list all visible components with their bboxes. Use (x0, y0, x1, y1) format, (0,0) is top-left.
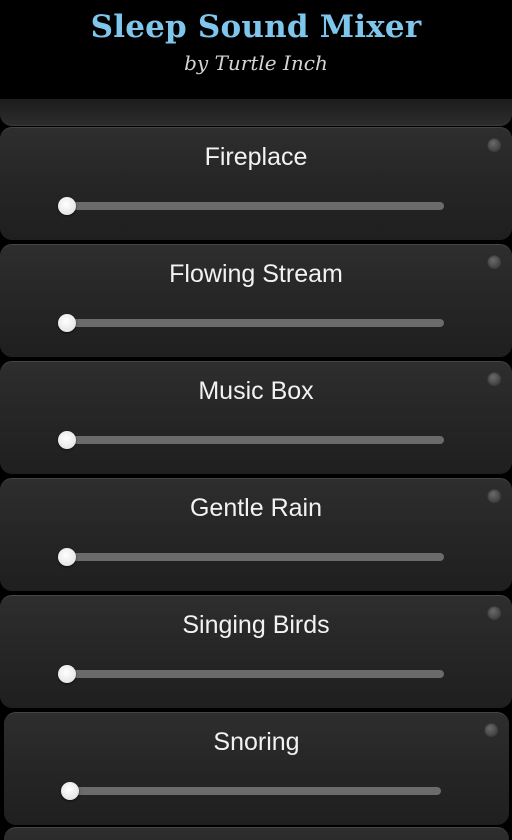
sound-label: Music Box (198, 377, 314, 405)
app-subtitle: by Turtle Inch (184, 51, 328, 75)
sound-label: Fireplace (204, 143, 308, 171)
sound-card-music-box[interactable]: Music Box (0, 361, 512, 474)
sound-label: Flowing Stream (169, 260, 343, 288)
volume-slider-track[interactable] (69, 787, 441, 795)
active-indicator-icon[interactable] (487, 489, 502, 504)
volume-slider-track[interactable] (66, 319, 444, 327)
sound-label: Singing Birds (182, 611, 330, 639)
sound-list[interactable]: Fireplace Flowing Stream Music Box Gentl… (0, 99, 512, 840)
active-indicator-icon[interactable] (487, 372, 502, 387)
volume-slider-track[interactable] (66, 553, 444, 561)
volume-slider-thumb[interactable] (58, 665, 76, 683)
sound-label: Snoring (213, 728, 300, 756)
sound-card-snoring[interactable]: Snoring (4, 712, 509, 825)
volume-slider-thumb[interactable] (58, 431, 76, 449)
sound-label: Gentle Rain (189, 494, 323, 522)
sound-card-gentle-rain[interactable]: Gentle Rain (0, 478, 512, 591)
volume-slider-track[interactable] (66, 202, 444, 210)
sound-card-partial-bottom[interactable] (4, 827, 509, 840)
active-indicator-icon[interactable] (487, 138, 502, 153)
active-indicator-icon[interactable] (484, 723, 499, 738)
volume-slider-thumb[interactable] (61, 782, 79, 800)
active-indicator-icon[interactable] (487, 606, 502, 621)
volume-slider-thumb[interactable] (58, 548, 76, 566)
sound-card-fireplace[interactable]: Fireplace (0, 127, 512, 240)
volume-slider-track[interactable] (66, 436, 444, 444)
sound-card-singing-birds[interactable]: Singing Birds (0, 595, 512, 708)
volume-slider-thumb[interactable] (58, 314, 76, 332)
volume-slider-thumb[interactable] (58, 197, 76, 215)
sound-card-flowing-stream[interactable]: Flowing Stream (0, 244, 512, 357)
volume-slider-track[interactable] (66, 670, 444, 678)
active-indicator-icon[interactable] (487, 255, 502, 270)
app-header: Sleep Sound Mixer by Turtle Inch (0, 0, 512, 99)
sound-card-partial-top[interactable] (0, 99, 512, 126)
app-title: Sleep Sound Mixer (90, 9, 422, 45)
